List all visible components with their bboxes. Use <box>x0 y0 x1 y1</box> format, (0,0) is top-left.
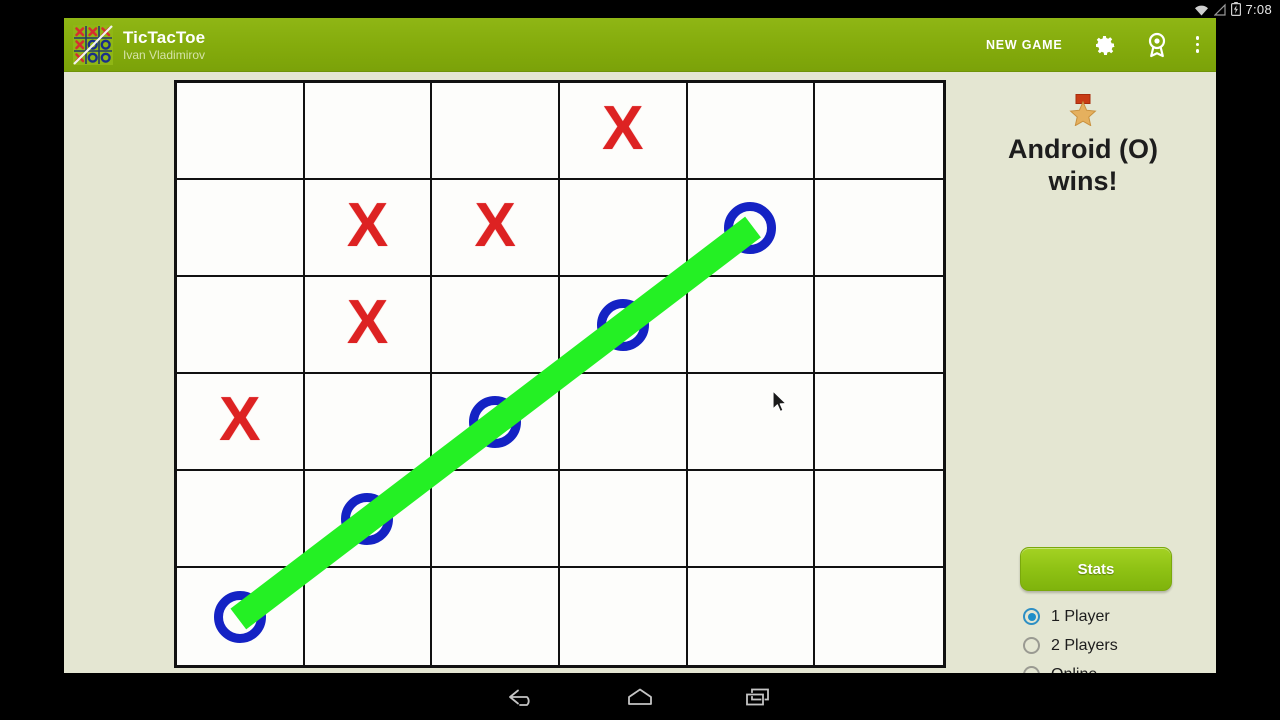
status-bar: 7:08 <box>0 0 1280 18</box>
radio-option-1-player[interactable]: 1 Player <box>1023 602 1213 631</box>
board-cell-r0-c2[interactable] <box>432 83 560 180</box>
new-game-button[interactable]: NEW GAME <box>970 18 1079 71</box>
mark-o <box>213 590 266 643</box>
radio-option-label: 2 Players <box>1051 636 1118 654</box>
board-cell-r5-c3[interactable] <box>560 568 688 665</box>
radio-button-icon <box>1023 608 1040 625</box>
tictactoe-board[interactable]: XXXXX <box>174 80 946 668</box>
wifi-icon <box>1195 5 1209 15</box>
result-line-1: Android (O) <box>1008 134 1158 164</box>
radio-button-icon <box>1023 637 1040 654</box>
mark-o <box>469 395 522 448</box>
board-cell-r0-c3[interactable]: X <box>559 83 688 180</box>
radio-button-icon <box>1023 666 1040 673</box>
mark-x: X <box>219 384 261 454</box>
board-cell-r5-c0[interactable] <box>177 568 305 665</box>
battery-charging-icon <box>1231 2 1242 16</box>
board-cell-r1-c4[interactable] <box>687 180 816 277</box>
action-bar: TicTacToe Ivan Vladimirov NEW GAME <box>64 18 1216 72</box>
board-cell-r1-c5[interactable] <box>815 180 943 277</box>
board-cell-r0-c1[interactable] <box>304 83 433 180</box>
board-cell-r0-c0[interactable] <box>177 83 305 180</box>
mark-o <box>596 298 649 351</box>
board-cell-r3-c4[interactable] <box>687 374 816 471</box>
tictactoe-app-icon <box>72 24 114 66</box>
app-title: TicTacToe <box>123 27 206 47</box>
board-cell-r1-c2[interactable]: X <box>432 180 560 277</box>
board-cell-r3-c3[interactable] <box>559 374 688 471</box>
board-cell-r0-c5[interactable] <box>815 83 943 180</box>
board-cell-r5-c5[interactable] <box>815 568 943 665</box>
radio-button-dot <box>1028 642 1036 650</box>
overflow-dot <box>1195 42 1199 47</box>
game-mode-radio-group[interactable]: 1 Player 2 Players Online <box>1023 602 1213 673</box>
radio-button-dot <box>1027 612 1036 621</box>
board-cell-r3-c1[interactable] <box>304 374 433 471</box>
app-title-block: TicTacToe Ivan Vladimirov <box>123 29 205 61</box>
board-cell-r4-c5[interactable] <box>815 471 943 568</box>
home-icon <box>628 688 652 705</box>
side-panel: Android (O) wins! Stats 1 Player 2 Player… <box>950 72 1216 673</box>
board-cell-r5-c4[interactable] <box>688 568 816 665</box>
board-cell-r1-c1[interactable]: X <box>304 180 433 277</box>
radio-option-2-players[interactable]: 2 Players <box>1023 631 1213 660</box>
star-medal-icon <box>1069 94 1097 126</box>
stats-button-label: Stats <box>1077 560 1115 578</box>
board-cell-r4-c2[interactable] <box>432 471 560 568</box>
device-screen: 7:08 TicTacToe Ivan Vladimirov NEW GAME … <box>0 0 1280 720</box>
board-cell-r3-c2[interactable] <box>432 374 560 471</box>
app-subtitle: Ivan Vladimirov <box>123 47 206 62</box>
board-cell-r2-c0[interactable] <box>177 277 305 374</box>
achievements-button[interactable] <box>1131 18 1183 71</box>
radio-option-label: Online <box>1051 666 1097 674</box>
mark-x: X <box>346 287 389 357</box>
android-navigation-bar <box>0 673 1280 720</box>
board-cell-r5-c1[interactable] <box>305 568 433 665</box>
result-line-2: wins! <box>1048 165 1118 196</box>
mark-o <box>724 201 777 254</box>
recents-icon <box>745 688 769 706</box>
nav-back-button[interactable] <box>463 673 581 720</box>
nav-recents-button[interactable] <box>699 673 817 720</box>
board-cell-r1-c0[interactable] <box>177 180 305 277</box>
settings-button[interactable] <box>1079 18 1131 71</box>
game-board-area: XXXXX <box>64 72 950 673</box>
board-cell-r2-c2[interactable] <box>432 277 560 374</box>
board-cell-r3-c5[interactable] <box>815 374 943 471</box>
board-cell-r2-c3[interactable] <box>559 277 688 374</box>
board-cell-r3-c0[interactable]: X <box>177 374 305 471</box>
board-cell-r2-c1[interactable]: X <box>304 277 433 374</box>
board-cell-r0-c4[interactable] <box>687 83 816 180</box>
board-cell-r4-c3[interactable] <box>559 471 688 568</box>
overflow-dot <box>1195 49 1199 53</box>
board-cell-r1-c3[interactable] <box>559 180 688 277</box>
nav-home-button[interactable] <box>581 673 699 720</box>
app-window: TicTacToe Ivan Vladimirov NEW GAME X X X… <box>64 18 1216 673</box>
overflow-menu-button[interactable] <box>1183 18 1213 71</box>
status-bar-icons <box>1194 2 1242 16</box>
stats-button[interactable]: Stats <box>1020 547 1172 591</box>
board-cell-r5-c2[interactable] <box>432 568 560 665</box>
board-cell-r2-c4[interactable] <box>687 277 816 374</box>
board-cell-r4-c0[interactable] <box>177 471 305 568</box>
mark-x: X <box>346 190 389 260</box>
mark-o <box>341 492 394 545</box>
signal-icon <box>1214 3 1227 16</box>
gear-icon <box>1095 35 1115 55</box>
back-icon <box>509 689 530 706</box>
board-cell-r4-c1[interactable] <box>304 471 433 568</box>
game-result-text: Android (O) wins! <box>950 134 1216 198</box>
mark-x: X <box>602 93 644 163</box>
action-bar-actions: NEW GAME <box>970 18 1216 71</box>
mark-x: X <box>474 190 516 260</box>
board-cell-r4-c4[interactable] <box>687 471 816 568</box>
board-cell-r2-c5[interactable] <box>815 277 943 374</box>
award-icon <box>1148 32 1165 57</box>
status-bar-clock: 7:08 <box>1245 1 1272 17</box>
overflow-menu-icon <box>1195 36 1199 40</box>
radio-option-label: 1 Player <box>1051 607 1110 625</box>
radio-option-online[interactable]: Online <box>1023 660 1213 673</box>
